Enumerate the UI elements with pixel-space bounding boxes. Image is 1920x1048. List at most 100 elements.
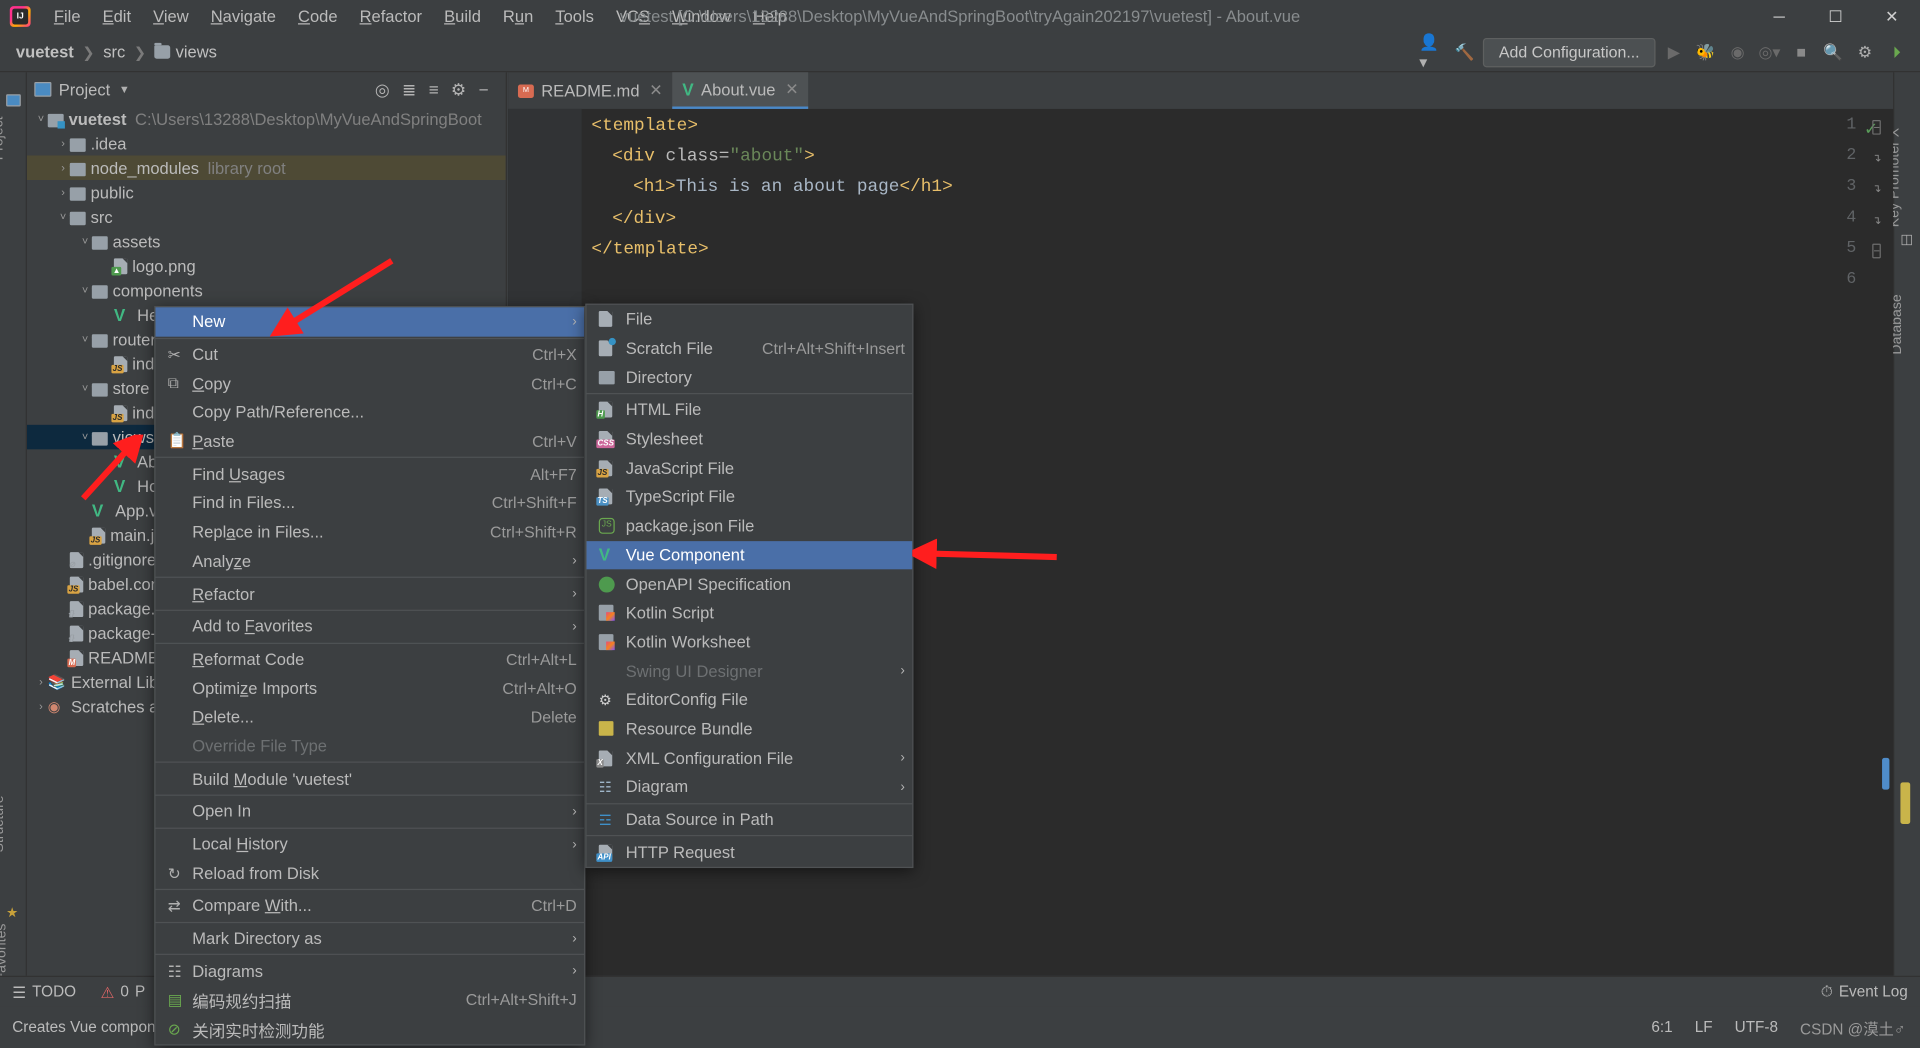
menu-item-local-history[interactable]: Local History › — [156, 830, 585, 859]
breadcrumb-vuetest[interactable]: vuetest — [12, 42, 77, 63]
menu-item-copy[interactable]: ⧉ Copy Ctrl+C — [156, 369, 585, 398]
submenu-item-typescript-file[interactable]: TS TypeScript File — [587, 483, 913, 512]
menu-item-diagrams[interactable]: ☷ Diagrams › — [156, 957, 585, 986]
project-stripe-icon[interactable] — [6, 94, 21, 107]
menu-item-[interactable]: ⊘ 关闭实时检测功能 — [156, 1015, 585, 1044]
favorites-star-icon[interactable]: ★ — [6, 905, 18, 921]
menu-item-analyze[interactable]: Analyze › — [156, 547, 585, 576]
chevron-down-icon[interactable]: ˅ — [56, 211, 69, 223]
menu-item-open-in[interactable]: Open In › — [156, 797, 585, 826]
menu-item-delete[interactable]: Delete... Delete — [156, 703, 585, 732]
close-icon[interactable]: ✕ — [649, 81, 662, 101]
menu-navigate[interactable]: Navigate — [200, 4, 287, 30]
chevron-right-icon[interactable]: › — [56, 186, 69, 198]
menu-item-replace-in-files[interactable]: Replace in Files... Ctrl+Shift+R — [156, 518, 585, 547]
maximize-button[interactable]: ☐ — [1807, 0, 1863, 33]
fold-bracket-icon[interactable]: ↴ — [1872, 152, 1883, 164]
code-line[interactable]: <div class="about"> — [612, 147, 814, 167]
stripe-tab-structure[interactable]: Structure — [0, 795, 7, 852]
database-icon[interactable]: ◫ — [1900, 231, 1913, 248]
tree-row-public[interactable]: › public — [27, 180, 506, 204]
tree-row-node-modules[interactable]: › node_modules library root — [26, 155, 506, 180]
stop-icon[interactable]: ■ — [1788, 39, 1815, 66]
close-button[interactable]: ✕ — [1864, 0, 1920, 33]
menu-item-[interactable]: ▤ 编码规约扫描 Ctrl+Alt+Shift+J — [156, 986, 585, 1015]
submenu-item-resource-bundle[interactable]: Resource Bundle — [587, 715, 913, 744]
run-icon[interactable]: ▶ — [1660, 39, 1687, 66]
submenu-item-directory[interactable]: Directory — [587, 363, 913, 392]
context-menu[interactable]: New › ✂ Cut Ctrl+X ⧉ Copy Ctrl+C Copy Path/Refer… — [154, 306, 586, 1045]
submenu-item-data-source-in-path[interactable]: ☲ Data Source in Path — [587, 805, 913, 834]
profile-icon[interactable]: ◎▾ — [1756, 39, 1783, 66]
hammer-icon[interactable]: 🔨 — [1451, 39, 1478, 66]
chevron-down-icon[interactable]: ˅ — [78, 235, 91, 247]
menu-file[interactable]: FFileile — [43, 4, 92, 30]
tab-readme-md[interactable]: M README.md ✕ — [508, 72, 672, 109]
fold-bracket-icon[interactable]: ↴ — [1872, 214, 1883, 226]
tree-row-assets[interactable]: ˅ assets — [27, 229, 506, 253]
chevron-down-icon[interactable]: ˅ — [78, 431, 91, 443]
menu-bar[interactable]: FFileile Edit View Navigate Code Refacto… — [43, 4, 798, 30]
submenu-item-kotlin-worksheet[interactable]: Kotlin Worksheet — [587, 628, 913, 657]
tab-about-vue[interactable]: V About.vue ✕ — [672, 72, 809, 109]
scrollbar-marker[interactable] — [1900, 782, 1911, 824]
submenu-item-vue-component[interactable]: V Vue Component — [586, 540, 913, 570]
menu-window[interactable]: Window — [661, 4, 742, 30]
chevron-right-icon[interactable]: › — [56, 162, 69, 174]
chevron-right-icon[interactable]: › — [34, 676, 47, 688]
line-separator[interactable]: LF — [1695, 1019, 1713, 1036]
editor-tabs[interactable]: M README.md ✕ V About.vue ✕ — [508, 72, 1894, 109]
menu-refactor[interactable]: Refactor — [349, 4, 434, 30]
event-log-button[interactable]: ⏱ Event Log — [1809, 983, 1920, 1001]
code-line[interactable]: <template> — [591, 116, 698, 136]
menu-code[interactable]: Code — [287, 4, 349, 30]
minimize-button[interactable]: ─ — [1751, 0, 1807, 33]
menu-tools[interactable]: Tools — [544, 4, 605, 30]
close-icon[interactable]: ✕ — [785, 80, 798, 100]
submenu-item-package-json-file[interactable]: JS package.json File — [587, 512, 913, 541]
chevron-down-icon[interactable]: ˅ — [34, 113, 47, 125]
menu-item-compare-with[interactable]: ⇄ Compare With... Ctrl+D — [156, 891, 585, 920]
settings-icon[interactable]: ⚙ — [1851, 39, 1878, 66]
menu-item-paste[interactable]: 📋 Paste Ctrl+V — [156, 427, 585, 456]
submenu-item-file[interactable]: File — [587, 305, 913, 334]
tree-row-logo-png[interactable]: ▲ logo.png — [27, 253, 506, 277]
chevron-right-icon[interactable]: › — [56, 137, 69, 149]
user-icon[interactable]: 👤▾ — [1419, 32, 1446, 70]
todo-button[interactable]: ☰ TODO — [0, 983, 88, 1001]
menu-item-copy-path-reference[interactable]: Copy Path/Reference... — [156, 398, 585, 427]
menu-item-build-module-vuetest[interactable]: Build Module 'vuetest' — [156, 764, 585, 793]
submenu-item-html-file[interactable]: H HTML File — [587, 396, 913, 425]
expand-all-icon[interactable]: ≣ — [402, 79, 416, 100]
breadcrumb-views[interactable]: views — [151, 42, 221, 63]
encoding[interactable]: UTF-8 — [1735, 1019, 1778, 1036]
submenu-item-diagram[interactable]: ☷ Diagram › — [587, 773, 913, 802]
add-configuration-button[interactable]: Add Configuration... — [1482, 37, 1656, 67]
menu-run[interactable]: Run — [492, 4, 544, 30]
debug-icon[interactable]: 🐝 — [1692, 39, 1719, 66]
submenu-item-openapi-specification[interactable]: OpenAPI Specification — [587, 570, 913, 599]
menu-item-add-to-favorites[interactable]: Add to Favorites › — [156, 612, 585, 641]
submenu-item-javascript-file[interactable]: JS JavaScript File — [587, 454, 913, 483]
menu-build[interactable]: Build — [433, 4, 492, 30]
locate-icon[interactable]: ◎ — [375, 79, 390, 100]
submenu-item-xml-configuration-file[interactable]: X XML Configuration File › — [587, 744, 913, 773]
menu-item-reload-from-disk[interactable]: ↻ Reload from Disk — [156, 859, 585, 888]
submenu-item-http-request[interactable]: API HTTP Request — [587, 838, 913, 867]
fold-bracket-icon[interactable]: ↴ — [1872, 183, 1883, 195]
tree-row-src[interactable]: ˅ src — [27, 204, 506, 228]
chevron-down-icon[interactable]: ˅ — [78, 382, 91, 394]
code-line[interactable]: <h1>This is an about page</h1> — [633, 178, 953, 198]
fold-minus-icon[interactable]: − — [1872, 119, 1883, 135]
chevron-down-icon[interactable]: ▼ — [119, 83, 130, 95]
menu-item-refactor[interactable]: Refactor › — [156, 579, 585, 608]
search-icon[interactable]: 🔍 — [1820, 39, 1847, 66]
chevron-down-icon[interactable]: ˅ — [78, 333, 91, 345]
menu-help[interactable]: Help — [742, 4, 798, 30]
tree-row-components[interactable]: ˅ components — [27, 278, 506, 302]
stripe-tab-favorites[interactable]: Favorites — [0, 924, 9, 982]
coverage-icon[interactable]: ◉ — [1724, 39, 1751, 66]
breadcrumb[interactable]: vuetest ❯ src ❯ views — [12, 42, 220, 63]
caret-position[interactable]: 6:1 — [1651, 1019, 1672, 1036]
submenu-item-scratch-file[interactable]: Scratch File Ctrl+Alt+Shift+Insert — [587, 334, 913, 363]
